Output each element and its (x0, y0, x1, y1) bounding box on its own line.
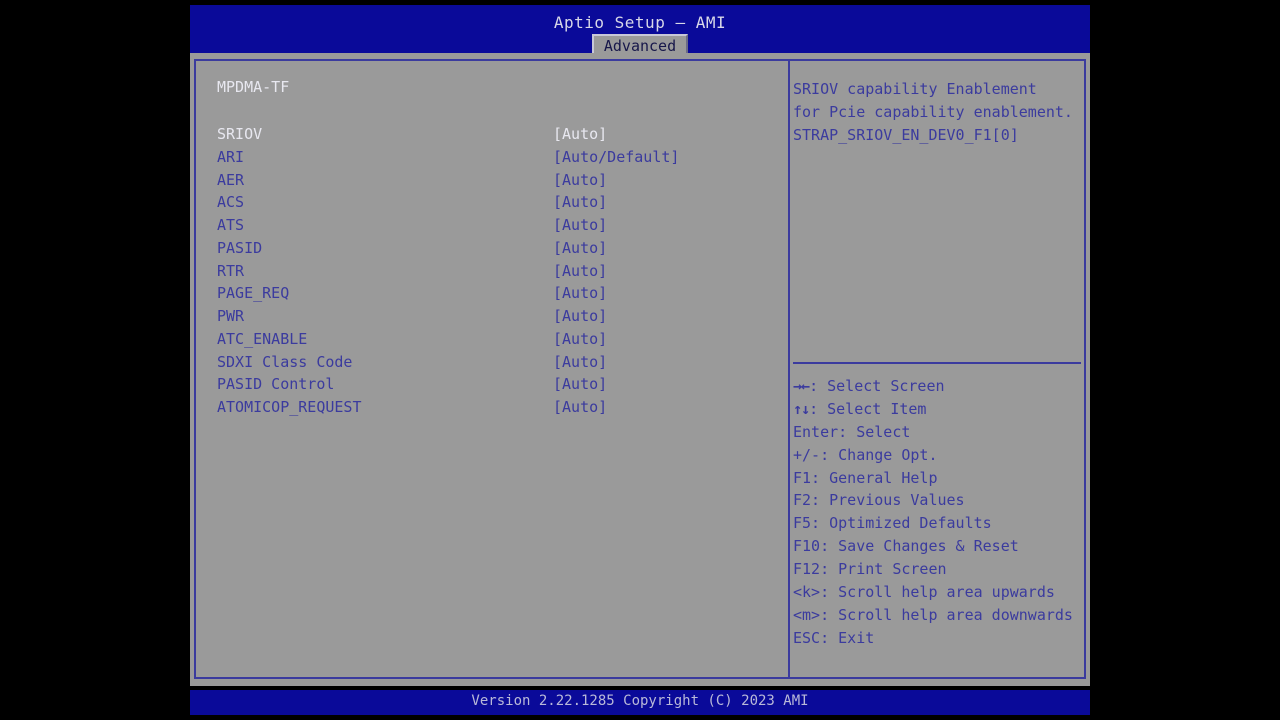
setting-label: PASID (217, 238, 263, 257)
legend-line: ESC: Exit (793, 627, 1085, 650)
key-legend: →←: Select Screen ↑↓: Select Item Enter: S… (793, 375, 1085, 650)
legend-text: F2: Previous Values (793, 491, 965, 510)
setting-row[interactable]: ATC_ENABLE [Auto] (194, 328, 788, 351)
setting-row[interactable]: ATS [Auto] (194, 214, 788, 237)
setting-value[interactable]: [Auto] (553, 214, 607, 237)
legend-line: →←: Select Screen (793, 375, 1085, 398)
setting-label: ATS (217, 216, 245, 234)
setting-row[interactable]: PASID Control [Auto] (194, 373, 788, 396)
setting-row[interactable]: AER [Auto] (194, 169, 788, 192)
setting-value[interactable]: [Auto] (553, 169, 607, 192)
help-line: STRAP_SRIOV_EN_DEV0_F1[0] (793, 126, 1019, 144)
setting-value[interactable]: [Auto] (553, 191, 607, 214)
legend-line: F10: Save Changes & Reset (793, 535, 1085, 558)
help-panel: SRIOV capability Enablement for Pcie capa… (790, 59, 1086, 679)
legend-text: F1: General Help (793, 468, 938, 487)
setting-value[interactable]: [Auto/Default] (553, 146, 679, 169)
setting-label: ARI (217, 147, 245, 166)
legend-text: +/-: Change Opt. (793, 445, 938, 464)
legend-line: F12: Print Screen (793, 558, 1085, 581)
legend-text: <k>: Scroll help area upwards (793, 583, 1055, 602)
help-line: for Pcie capability enablement. (793, 103, 1073, 121)
legend-line: +/-: Change Opt. (793, 444, 1085, 467)
setting-row[interactable]: PASID [Auto] (194, 237, 788, 260)
setting-row[interactable]: ACS [Auto] (194, 191, 788, 214)
setting-row[interactable]: ATOMICOP_REQUEST [Auto] (194, 396, 788, 419)
legend-line: Enter: Select (793, 421, 1085, 444)
arrow-keys-icon: →← (793, 377, 810, 395)
setting-label: ATC_ENABLE (217, 329, 308, 348)
setting-row[interactable]: SDXI Class Code [Auto] (194, 351, 788, 374)
legend-text: F5: Optimized Defaults (793, 514, 992, 533)
setting-value[interactable]: [Auto] (553, 237, 607, 260)
legend-line: ↑↓: Select Item (793, 398, 1085, 421)
setting-label: AER (217, 170, 245, 189)
setting-row[interactable]: SRIOV [Auto] (194, 123, 788, 146)
arrow-keys-icon: ↑↓ (793, 399, 810, 418)
setting-label: PASID Control (217, 375, 335, 394)
setting-label: RTR (217, 261, 245, 280)
footer-bar: Version 2.22.1285 Copyright (C) 2023 AMI (190, 690, 1090, 715)
help-line: SRIOV capability Enablement (793, 80, 1037, 98)
setting-label: PAGE_REQ (217, 284, 290, 303)
settings-rows: SRIOV [Auto] ARI [Auto/Default] AER [Auto] ACS… (194, 123, 788, 419)
title-bar: Aptio Setup – AMI Advanced (190, 5, 1090, 58)
setting-value[interactable]: [Auto] (553, 305, 607, 328)
legend-text: : Select Item (809, 399, 927, 418)
legend-line: F2: Previous Values (793, 489, 1085, 512)
setting-row[interactable]: PAGE_REQ [Auto] (194, 282, 788, 305)
settings-group-title: MPDMA-TF (217, 78, 290, 96)
settings-list-panel: MPDMA-TF SRIOV [Auto] ARI [Auto/Default] AER… (194, 59, 788, 679)
setting-value[interactable]: [Auto] (553, 328, 607, 351)
setting-value[interactable]: [Auto] (553, 373, 607, 396)
help-description: SRIOV capability Enablement for Pcie capa… (793, 78, 1083, 147)
setting-label: PWR (217, 307, 245, 325)
legend-text: F10: Save Changes & Reset (793, 537, 1019, 556)
legend-text: ESC: Exit (793, 628, 875, 647)
legend-text: <m>: Scroll help area downwards (793, 605, 1073, 624)
setting-value[interactable]: [Auto] (553, 396, 607, 419)
window-title: Aptio Setup – AMI (553, 13, 727, 32)
legend-line: <m>: Scroll help area downwards (793, 604, 1085, 627)
setting-row[interactable]: ARI [Auto/Default] (194, 146, 788, 169)
setting-value[interactable]: [Auto] (553, 123, 607, 146)
setting-label: ACS (217, 193, 245, 212)
setting-row[interactable]: RTR [Auto] (194, 260, 788, 283)
setting-value[interactable]: [Auto] (553, 282, 607, 305)
bios-setup-screen: Aptio Setup – AMI Advanced MPDMA-TF SRIO… (0, 0, 1280, 720)
setting-label: SRIOV (217, 125, 263, 143)
setting-value[interactable]: [Auto] (553, 260, 607, 283)
setting-row[interactable]: PWR [Auto] (194, 305, 788, 328)
help-separator (793, 362, 1081, 364)
legend-line: F1: General Help (793, 467, 1085, 490)
legend-line: <k>: Scroll help area upwards (793, 581, 1085, 604)
legend-line: F5: Optimized Defaults (793, 512, 1085, 535)
setting-label: ATOMICOP_REQUEST (217, 398, 362, 416)
setting-value[interactable]: [Auto] (553, 351, 607, 374)
legend-text: F12: Print Screen (793, 560, 947, 579)
version-text: Version 2.22.1285 Copyright (C) 2023 AMI (471, 693, 809, 709)
legend-text: : Select Screen (809, 377, 945, 395)
legend-text: Enter: Select (793, 422, 911, 441)
setting-label: SDXI Class Code (217, 352, 353, 371)
